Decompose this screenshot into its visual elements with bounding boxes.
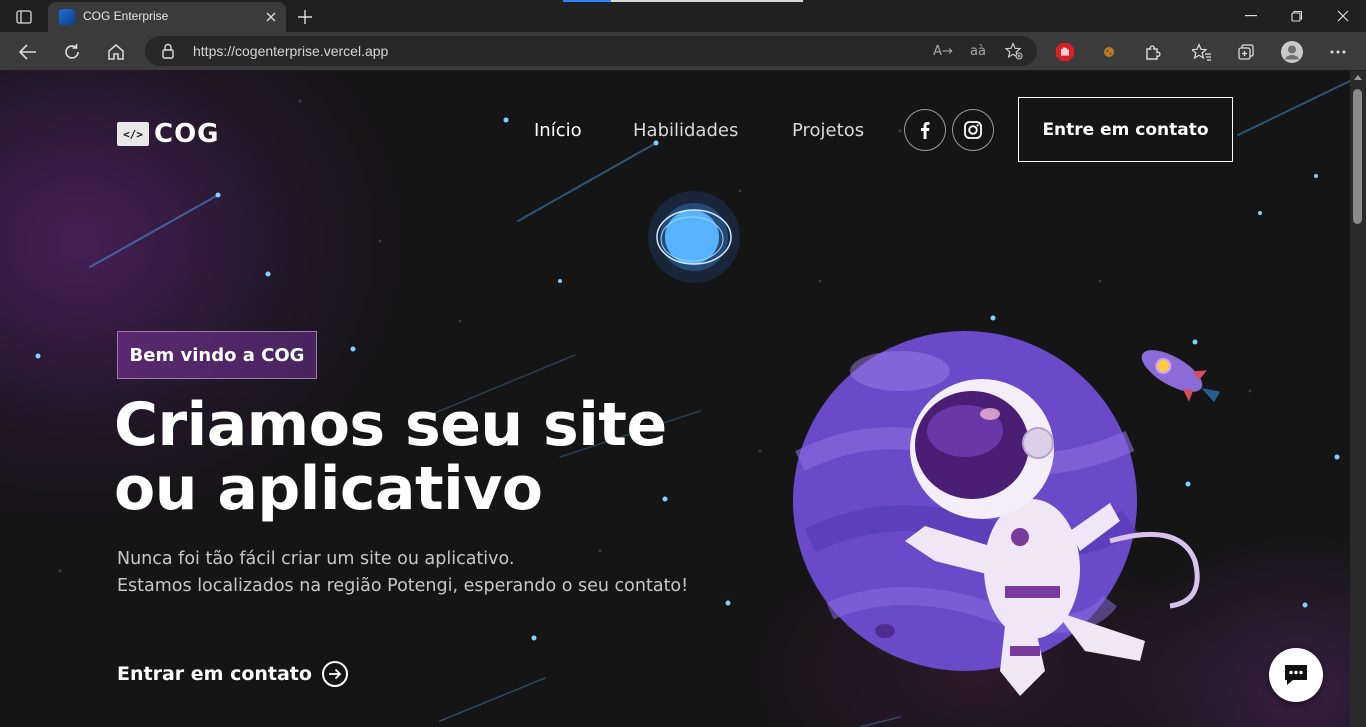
code-icon: </> <box>117 122 149 146</box>
read-aloud-icon[interactable]: A→ <box>932 41 954 61</box>
chat-button[interactable] <box>1269 648 1323 702</box>
cookie-extension-icon[interactable] <box>1095 38 1123 66</box>
logo-text: COG <box>154 119 220 149</box>
glowing-orb <box>648 191 740 283</box>
more-options-icon[interactable] <box>1324 38 1352 66</box>
facebook-icon <box>921 122 930 139</box>
browser-tab[interactable]: COG Enterprise <box>48 2 286 32</box>
restore-icon[interactable] <box>1280 4 1314 28</box>
adblock-extension-icon[interactable] <box>1051 38 1079 66</box>
instagram-icon <box>964 121 982 139</box>
collections-icon[interactable] <box>1232 38 1260 66</box>
profile-avatar-icon[interactable] <box>1278 38 1306 66</box>
instagram-button[interactable] <box>952 109 994 151</box>
tab-actions-icon[interactable] <box>10 6 38 28</box>
facebook-button[interactable] <box>904 109 946 151</box>
new-tab-icon[interactable] <box>293 5 317 29</box>
page-scrollbar[interactable] <box>1350 71 1366 727</box>
rocket-illustration <box>1141 350 1221 403</box>
site-logo[interactable]: </> COG <box>117 119 220 149</box>
lock-icon[interactable] <box>161 43 175 63</box>
nav-link-habilidades[interactable]: Habilidades <box>633 120 738 141</box>
favicon-icon <box>59 9 75 25</box>
translate-icon[interactable]: aà <box>967 41 989 61</box>
scroll-thumb[interactable] <box>1353 89 1362 224</box>
address-bar[interactable]: https://cogenterprise.vercel.app A→ aà <box>145 36 1037 66</box>
welcome-badge: Bem vindo a COG <box>117 331 317 379</box>
chat-icon <box>1285 665 1307 685</box>
nav-link-projetos[interactable]: Projetos <box>792 120 864 141</box>
contact-button[interactable]: Entre em contato <box>1018 97 1233 162</box>
scroll-up-icon[interactable] <box>1354 75 1362 80</box>
url-text[interactable]: https://cogenterprise.vercel.app <box>193 43 388 59</box>
contact-link-label: Entrar em contato <box>117 663 312 685</box>
nav-link-inicio[interactable]: Início <box>534 120 582 141</box>
arrow-right-icon <box>321 661 348 687</box>
loading-progress <box>563 0 803 2</box>
close-window-icon[interactable] <box>1326 4 1360 28</box>
hero-headline: Criamos seu site ou aplicativo <box>114 390 667 524</box>
contact-link[interactable]: Entrar em contato <box>117 661 348 687</box>
browser-toolbar: https://cogenterprise.vercel.app A→ aà <box>0 32 1366 71</box>
browser-tab-bar: COG Enterprise <box>0 0 1366 32</box>
add-favorite-icon[interactable] <box>1003 41 1025 61</box>
refresh-icon[interactable] <box>57 37 87 67</box>
back-icon[interactable] <box>13 37 43 67</box>
favorites-icon[interactable] <box>1188 38 1216 66</box>
hero-subtext-line1: Nunca foi tão fácil criar um site ou apl… <box>117 549 515 569</box>
extensions-icon[interactable] <box>1139 38 1167 66</box>
web-page: </> COG Início Habilidades Projetos Entr… <box>0 71 1350 727</box>
hero-subtext: Nunca foi tão fácil criar um site ou apl… <box>117 546 688 600</box>
minimize-icon[interactable] <box>1234 4 1268 28</box>
home-icon[interactable] <box>101 37 131 67</box>
close-tab-icon[interactable] <box>262 8 280 26</box>
tab-title: COG Enterprise <box>83 9 169 23</box>
hero-subtext-line2: Estamos localizados na região Potengi, e… <box>117 576 689 596</box>
